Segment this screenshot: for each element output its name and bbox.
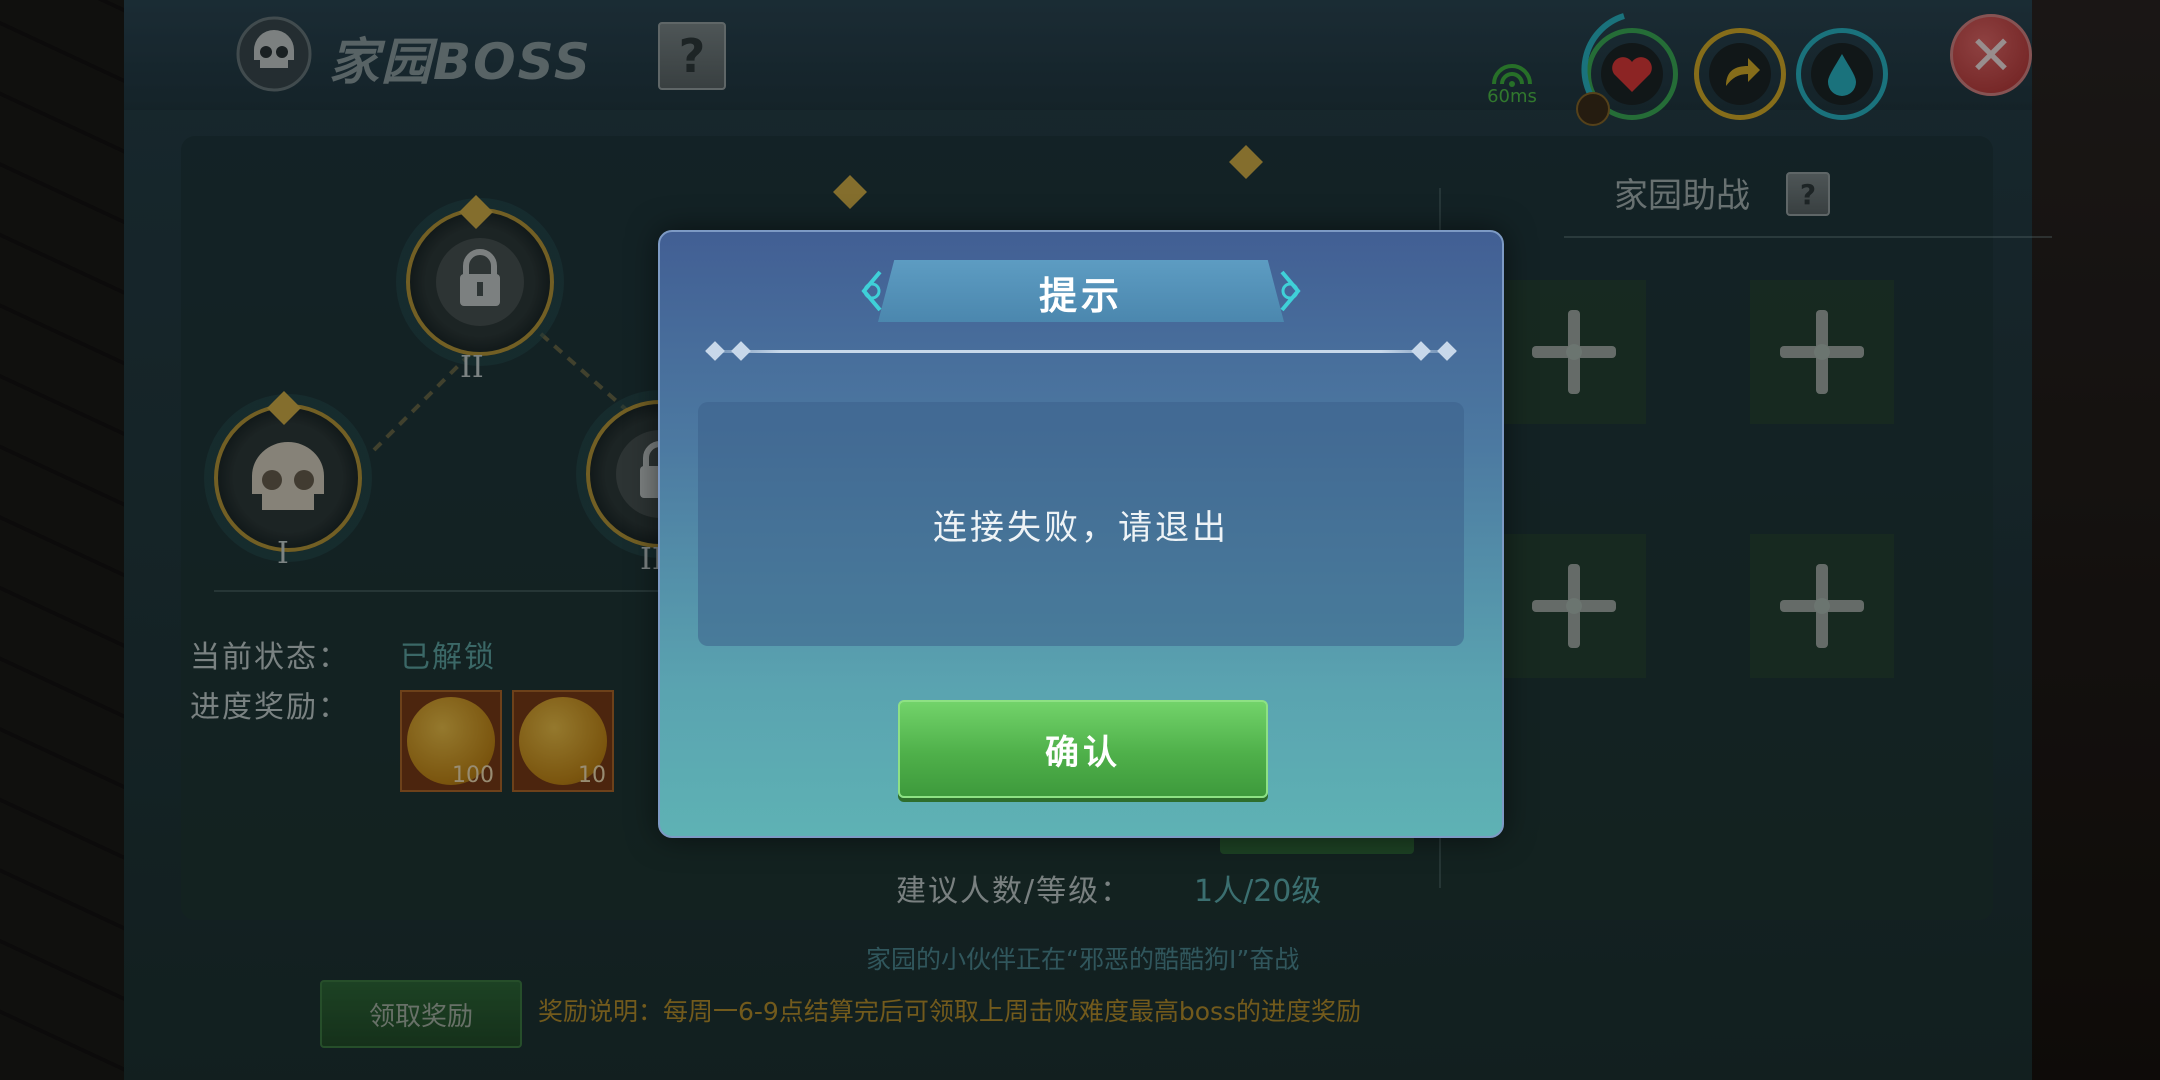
dialog-separator xyxy=(706,350,1456,353)
separator-diamond xyxy=(1411,341,1431,361)
separator-diamond xyxy=(731,341,751,361)
confirm-button[interactable]: 确认 xyxy=(898,700,1268,798)
confirm-label: 确认 xyxy=(1045,732,1121,773)
alert-dialog: 提示 连接失败，请退出 确认 xyxy=(658,230,1504,838)
ornament-right-icon xyxy=(1280,270,1301,312)
dialog-title: 提示 xyxy=(1038,273,1123,318)
separator-diamond xyxy=(705,341,725,361)
separator-diamond xyxy=(1437,341,1457,361)
dialog-message-box: 连接失败，请退出 xyxy=(698,402,1464,646)
dialog-message: 连接失败，请退出 xyxy=(933,507,1229,548)
